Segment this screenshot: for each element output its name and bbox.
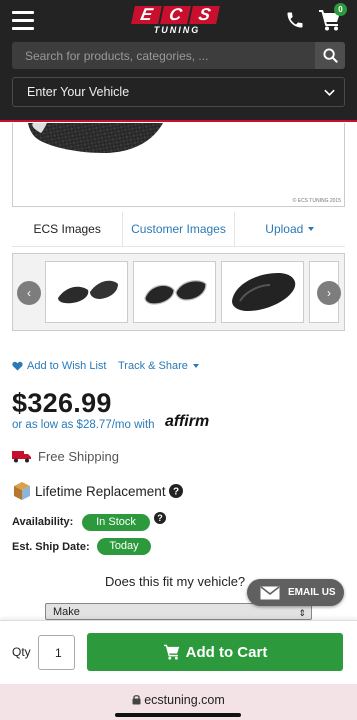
caret-down-icon: [192, 364, 199, 369]
cart-icon: [163, 644, 179, 660]
tab-customer-images[interactable]: Customer Images: [122, 212, 233, 246]
wishlist-label: Add to Wish List: [27, 360, 107, 372]
fitment-question: Does this fit my vehicle?: [105, 574, 246, 589]
ship-date-label: Est. Ship Date:: [12, 541, 90, 553]
browser-url-bar[interactable]: ecstuning.com: [0, 684, 357, 720]
tab-ecs-images[interactable]: ECS Images: [12, 212, 122, 246]
in-stock-badge: In Stock: [82, 514, 150, 531]
site-header: E C S TUNING 0 Enter Your Vehicle: [0, 0, 357, 122]
thumbnail[interactable]: [133, 261, 216, 323]
product-page: E C S TUNING 0 Enter Your Vehicle: [0, 0, 357, 720]
phone-icon[interactable]: [285, 10, 305, 30]
qty-label: Qty: [12, 645, 31, 659]
add-to-cart-label: Add to Cart: [185, 643, 268, 661]
ship-date-badge: Today: [97, 538, 151, 555]
logo-letter: E: [131, 5, 162, 24]
tab-label: ECS Images: [33, 222, 101, 236]
caret-down-icon: [308, 227, 315, 231]
tab-label: Upload: [265, 222, 304, 236]
make-select-value: Make: [53, 606, 80, 618]
lifetime-label: Lifetime Replacement: [35, 483, 166, 499]
home-indicator: [115, 713, 241, 717]
svg-text:?: ?: [173, 487, 179, 498]
add-to-cart-bar: Qty Add to Cart: [0, 620, 357, 684]
thumbnail-carousel: ‹ ›: [12, 253, 345, 331]
help-icon[interactable]: ?: [168, 484, 183, 498]
free-shipping: Free Shipping: [12, 449, 119, 464]
tab-upload[interactable]: Upload: [233, 212, 345, 246]
search-bar: [12, 42, 345, 69]
logo-letter: S: [189, 5, 220, 24]
track-share-link[interactable]: Track & Share: [118, 360, 199, 372]
url-display: ecstuning.com: [0, 693, 357, 707]
email-us-label: EMAIL US: [288, 587, 336, 598]
track-share-label: Track & Share: [118, 360, 188, 372]
lifetime-replacement: Lifetime Replacement ?: [12, 481, 183, 501]
add-to-wishlist-link[interactable]: Add to Wish List: [12, 360, 106, 372]
vehicle-selector[interactable]: Enter Your Vehicle: [12, 77, 345, 107]
search-button[interactable]: [315, 42, 345, 69]
vehicle-selector-label: Enter Your Vehicle: [27, 85, 130, 99]
ecs-tuning-logo[interactable]: E C S TUNING: [131, 5, 221, 35]
tab-label: Customer Images: [131, 222, 226, 236]
chevron-down-icon: [324, 89, 335, 97]
free-shipping-label: Free Shipping: [38, 449, 119, 464]
affirm-logo: affirm: [165, 413, 210, 430]
main-product-image[interactable]: © ECS TUNING 2015: [12, 123, 345, 207]
hamburger-icon[interactable]: [12, 11, 34, 30]
quantity-input[interactable]: [38, 635, 75, 670]
thumbnail[interactable]: [221, 261, 304, 323]
carousel-next-button[interactable]: ›: [317, 281, 341, 305]
help-icon[interactable]: ?: [154, 512, 166, 524]
thumbnail-image: [57, 280, 118, 304]
lock-icon: [132, 695, 141, 705]
thumbnail-image: [231, 273, 295, 311]
image-watermark: © ECS TUNING 2015: [292, 198, 341, 204]
add-to-cart-button[interactable]: Add to Cart: [87, 633, 343, 671]
availability-label: Availability:: [12, 516, 74, 528]
search-icon: [322, 48, 338, 63]
affirm-financing-link[interactable]: or as low as $28.77/mo with: [12, 419, 155, 431]
envelope-icon: [260, 585, 280, 599]
thumbnail-image: [143, 280, 207, 305]
logo-letter: C: [160, 5, 191, 24]
heart-icon: [12, 361, 23, 371]
package-icon: [14, 482, 30, 500]
thumbnail[interactable]: [45, 261, 128, 323]
url-text: ecstuning.com: [144, 693, 225, 707]
email-us-button[interactable]: EMAIL US: [247, 579, 344, 606]
carousel-prev-button[interactable]: ‹: [17, 281, 41, 305]
truck-icon: [12, 451, 31, 463]
select-arrows-icon: ⇕: [298, 608, 306, 618]
cart-count-badge: 0: [334, 3, 347, 16]
search-input[interactable]: [12, 42, 315, 69]
logo-subtitle: TUNING: [153, 25, 201, 35]
product-price: $326.99: [12, 388, 112, 418]
image-tabs: ECS Images Customer Images Upload: [12, 212, 345, 247]
mirror-cover-image: [28, 123, 163, 153]
